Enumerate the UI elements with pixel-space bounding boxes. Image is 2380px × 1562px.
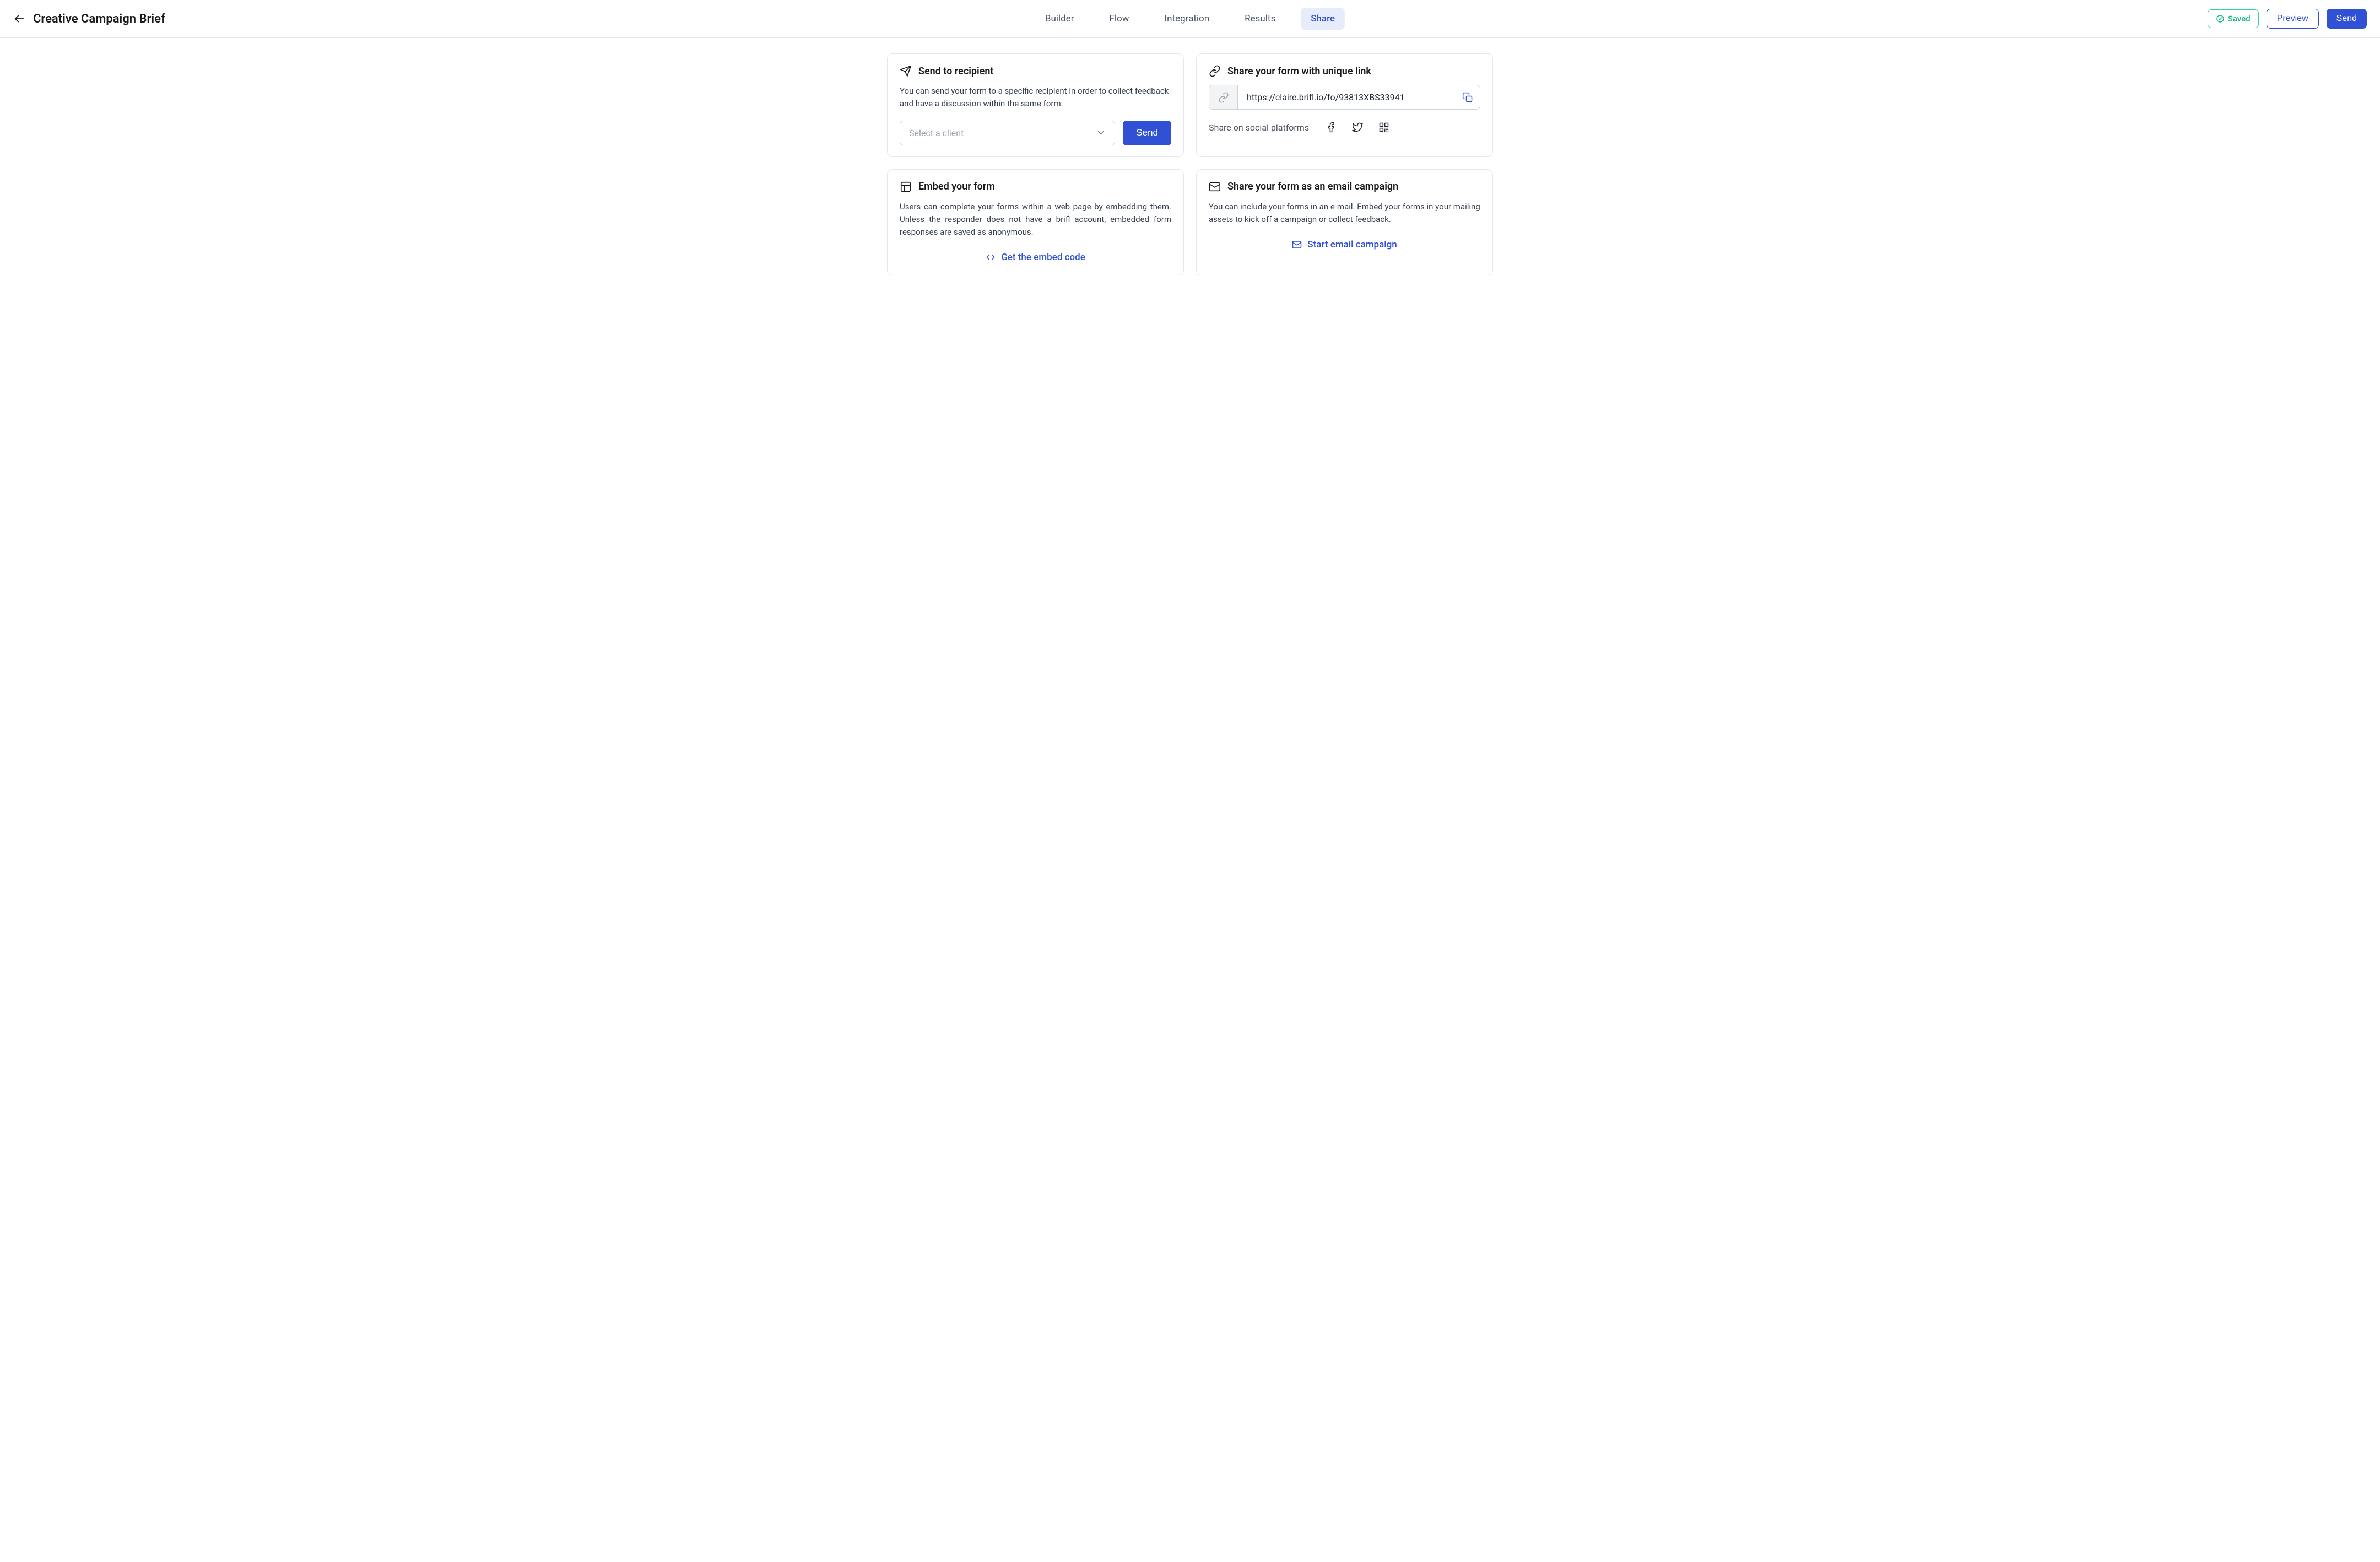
recipient-row: Select a client Send <box>900 121 1171 145</box>
card-email-campaign: Share your form as an email campaign You… <box>1196 169 1493 276</box>
saved-badge: Saved <box>2208 9 2259 28</box>
mail-small-icon <box>1292 240 1302 250</box>
embed-action-label: Get the embed code <box>1001 252 1085 263</box>
back-arrow-icon[interactable] <box>13 13 25 25</box>
tab-integration[interactable]: Integration <box>1155 8 1220 30</box>
layout-icon <box>900 181 912 193</box>
card-send-recipient: Send to recipient You can send your form… <box>887 53 1184 157</box>
header-right: Saved Preview Send <box>2208 9 2367 29</box>
link-prefix-icon <box>1209 85 1238 109</box>
tab-builder[interactable]: Builder <box>1035 8 1084 30</box>
check-circle-icon <box>2216 14 2225 23</box>
qr-code-icon <box>1378 122 1389 133</box>
card-title: Embed your form <box>918 181 995 192</box>
card-grid: Send to recipient You can send your form… <box>887 53 1493 275</box>
card-header: Share your form with unique link <box>1209 65 1480 77</box>
copy-link-button[interactable] <box>1456 85 1480 109</box>
link-icon <box>1209 65 1221 77</box>
page-title: Creative Campaign Brief <box>33 12 165 26</box>
tab-flow[interactable]: Flow <box>1100 8 1139 30</box>
send-button-header[interactable]: Send <box>2327 9 2367 29</box>
card-header: Send to recipient <box>900 65 1171 77</box>
get-embed-code-button[interactable]: Get the embed code <box>900 248 1171 264</box>
social-label: Share on social platforms <box>1209 122 1309 133</box>
facebook-icon <box>1326 122 1337 133</box>
card-title: Send to recipient <box>918 66 993 77</box>
share-url[interactable]: https://claire.brifl.io/fo/93813XBS33941 <box>1238 85 1456 109</box>
chevron-down-icon <box>1096 128 1106 138</box>
social-icons <box>1324 121 1391 134</box>
email-action-label: Start email campaign <box>1307 239 1397 250</box>
card-share-link: Share your form with unique link https:/… <box>1196 53 1493 157</box>
card-header: Share your form as an email campaign <box>1209 181 1480 193</box>
share-qr-button[interactable] <box>1377 121 1391 134</box>
card-header: Embed your form <box>900 181 1171 193</box>
card-title: Share your form with unique link <box>1227 66 1371 77</box>
tab-share[interactable]: Share <box>1301 8 1345 30</box>
card-title: Share your form as an email campaign <box>1227 181 1398 192</box>
app-header: Creative Campaign Brief Builder Flow Int… <box>0 0 2380 38</box>
header-left: Creative Campaign Brief <box>13 12 165 26</box>
tab-nav: Builder Flow Integration Results Share <box>1035 8 1345 30</box>
share-twitter-button[interactable] <box>1351 121 1364 134</box>
card-desc: Users can complete your forms within a w… <box>900 201 1171 239</box>
mail-icon <box>1209 181 1221 193</box>
code-icon <box>986 252 996 262</box>
twitter-icon <box>1352 122 1363 133</box>
send-recipient-button[interactable]: Send <box>1123 121 1171 145</box>
tab-results[interactable]: Results <box>1235 8 1285 30</box>
main-content: Send to recipient You can send your form… <box>876 38 1504 291</box>
copy-icon <box>1462 92 1473 103</box>
card-desc: You can send your form to a specific rec… <box>900 85 1171 111</box>
share-facebook-button[interactable] <box>1324 121 1338 134</box>
card-desc: You can include your forms in an e-mail.… <box>1209 201 1480 226</box>
send-icon <box>900 65 912 77</box>
link-row: https://claire.brifl.io/fo/93813XBS33941 <box>1209 85 1480 110</box>
start-email-campaign-button[interactable]: Start email campaign <box>1209 236 1480 251</box>
card-embed: Embed your form Users can complete your … <box>887 169 1184 276</box>
select-placeholder: Select a client <box>909 128 964 138</box>
saved-label: Saved <box>2228 14 2251 24</box>
select-client-dropdown[interactable]: Select a client <box>900 121 1115 145</box>
preview-button[interactable]: Preview <box>2267 9 2319 29</box>
social-row: Share on social platforms <box>1209 121 1480 134</box>
